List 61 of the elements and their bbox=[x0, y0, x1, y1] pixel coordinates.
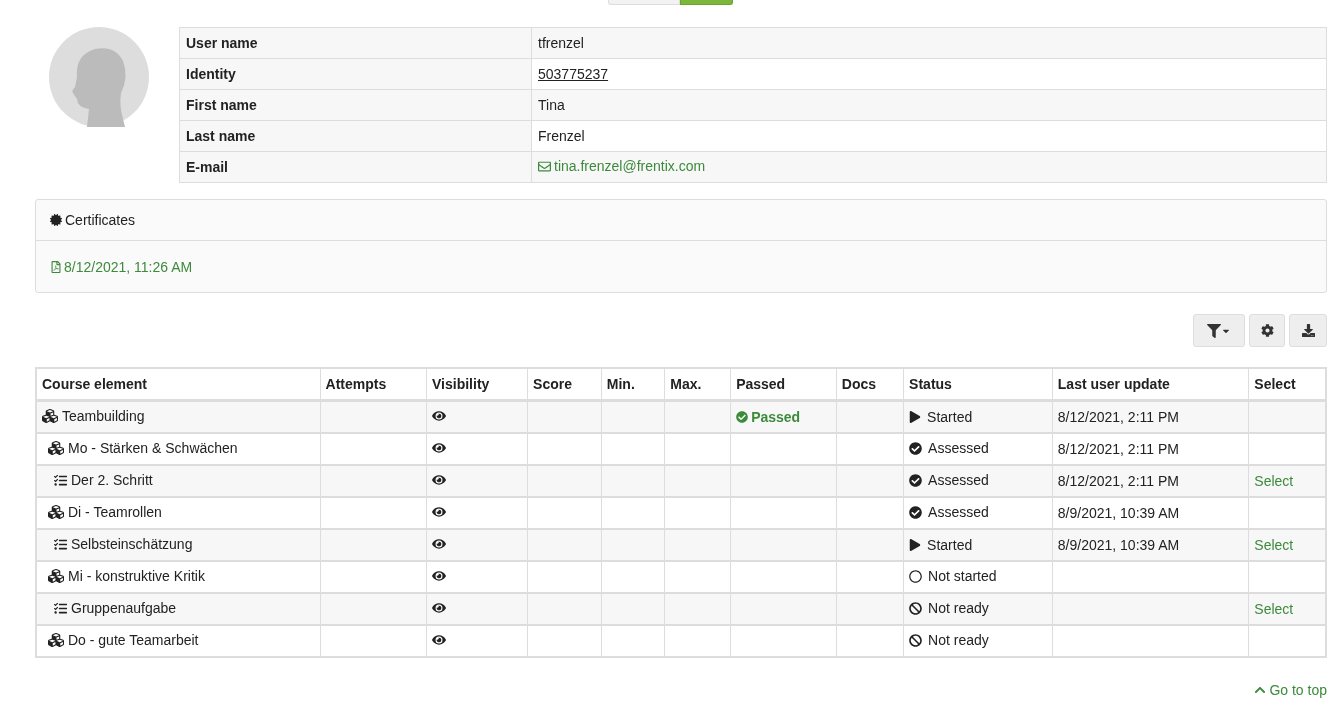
certificate-link[interactable]: 8/12/2021, 11:26 AM bbox=[50, 258, 193, 275]
passed-status: Passed bbox=[736, 408, 801, 425]
list-icon bbox=[54, 537, 67, 551]
eye-icon bbox=[432, 600, 446, 615]
status-label: Not ready bbox=[928, 632, 989, 649]
toggle-segment[interactable] bbox=[679, 0, 733, 5]
course-element-name: Der 2. Schritt bbox=[71, 472, 153, 489]
field-value: Frenzel bbox=[531, 120, 1327, 152]
cubes-icon bbox=[48, 503, 64, 520]
status-label: Not started bbox=[928, 568, 997, 585]
download-button[interactable] bbox=[1289, 314, 1327, 347]
course-element-name: Teambuilding bbox=[62, 407, 145, 424]
field-label: User name bbox=[179, 27, 532, 59]
list-icon bbox=[54, 601, 67, 615]
ban-icon bbox=[909, 601, 923, 615]
envelope-icon bbox=[538, 159, 551, 173]
identity-link[interactable]: 503775237 bbox=[538, 66, 609, 82]
course-element-name: Selbsteinschätzung bbox=[71, 536, 193, 553]
eye-icon bbox=[432, 568, 446, 583]
field-label: First name bbox=[179, 89, 532, 121]
play-icon bbox=[909, 538, 922, 551]
filter-button[interactable] bbox=[1193, 314, 1245, 347]
pdf-file-icon bbox=[50, 260, 62, 273]
course-element-name: Do - gute Teamarbeit bbox=[68, 631, 199, 648]
settings-icon bbox=[1260, 324, 1274, 337]
certificate-icon bbox=[50, 214, 62, 226]
field-label: Last name bbox=[179, 120, 532, 152]
cubes-icon bbox=[42, 407, 58, 424]
status-label: Started bbox=[927, 536, 973, 553]
cubes-icon bbox=[48, 567, 64, 584]
eye-icon bbox=[432, 408, 446, 423]
email-link[interactable]: tina.frenzel@frentix.com bbox=[538, 158, 706, 175]
cubes-icon bbox=[48, 631, 64, 648]
cubes-icon bbox=[48, 439, 64, 456]
settings-button[interactable] bbox=[1249, 314, 1285, 347]
field-value: Tina bbox=[531, 89, 1327, 121]
course-element-name: Gruppenaufgabe bbox=[71, 600, 177, 617]
field-value: tfrenzel bbox=[531, 27, 1327, 59]
eye-icon bbox=[432, 536, 446, 551]
eye-icon bbox=[432, 472, 446, 487]
status-label: Not ready bbox=[928, 600, 989, 617]
chevron-up-icon bbox=[1254, 684, 1267, 696]
go-to-top-link[interactable]: Go to top bbox=[1254, 682, 1327, 698]
status-label: Assessed bbox=[928, 472, 989, 489]
status-label: Assessed bbox=[928, 440, 989, 457]
panel-title: Certificates bbox=[65, 212, 136, 228]
course-element-name: Mo - Stärken & Schwächen bbox=[68, 439, 238, 456]
ban-icon bbox=[909, 633, 923, 647]
eye-icon bbox=[432, 632, 446, 647]
status-label: Started bbox=[927, 408, 973, 425]
course-element-name: Di - Teamrollen bbox=[68, 503, 162, 520]
eye-icon bbox=[432, 504, 446, 519]
filter-icon bbox=[1207, 323, 1221, 338]
field-label: Identity bbox=[179, 58, 532, 90]
field-label: E-mail bbox=[179, 151, 532, 183]
play-icon bbox=[909, 410, 922, 423]
status-label: Assessed bbox=[928, 504, 989, 521]
list-icon bbox=[54, 473, 67, 487]
download-icon bbox=[1301, 324, 1315, 337]
course-element-name: Mi - konstruktive Kritik bbox=[68, 567, 205, 584]
eye-icon bbox=[432, 440, 446, 455]
